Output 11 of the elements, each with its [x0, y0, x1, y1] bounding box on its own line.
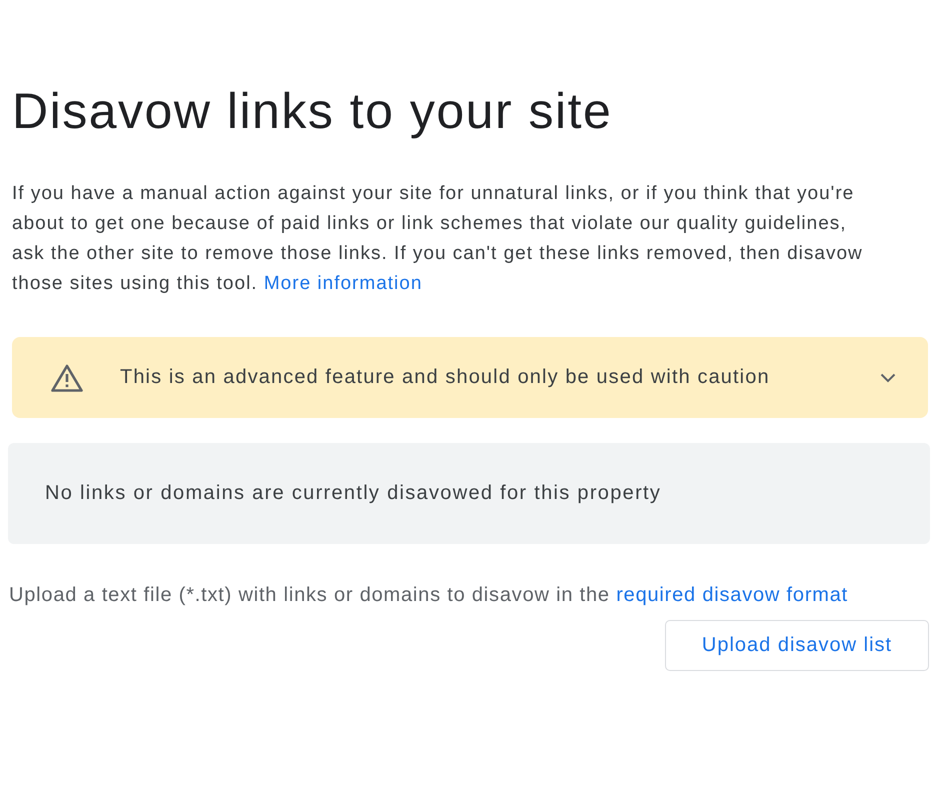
intro-paragraph: If you have a manual action against your site for unnatural links, or if you think that you're about to get one because of paid links or link schemes that violate our quality guidelines, ask the other site to remove those links. If you can't get these links removed, then disavow those sites using this tool. More information [12, 182, 864, 296]
more-information-link[interactable]: More information [264, 273, 422, 294]
page-title: Disavow links to your site [12, 82, 614, 140]
warning-banner[interactable]: This is an advanced feature and should only be used with caution [12, 337, 928, 418]
chevron-down-icon[interactable] [880, 372, 896, 382]
warning-icon [50, 362, 84, 392]
disavow-format-link[interactable]: required disavow format [616, 584, 848, 606]
upload-button[interactable]: Upload disavow list [665, 620, 929, 671]
upload-instructions: Upload a text file (*.txt) with links or domains to disavow in the required disavow format [9, 583, 850, 607]
status-text: No links or domains are currently disavowed for this property [45, 482, 662, 505]
warning-text: This is an advanced feature and should only be used with caution [120, 366, 771, 389]
